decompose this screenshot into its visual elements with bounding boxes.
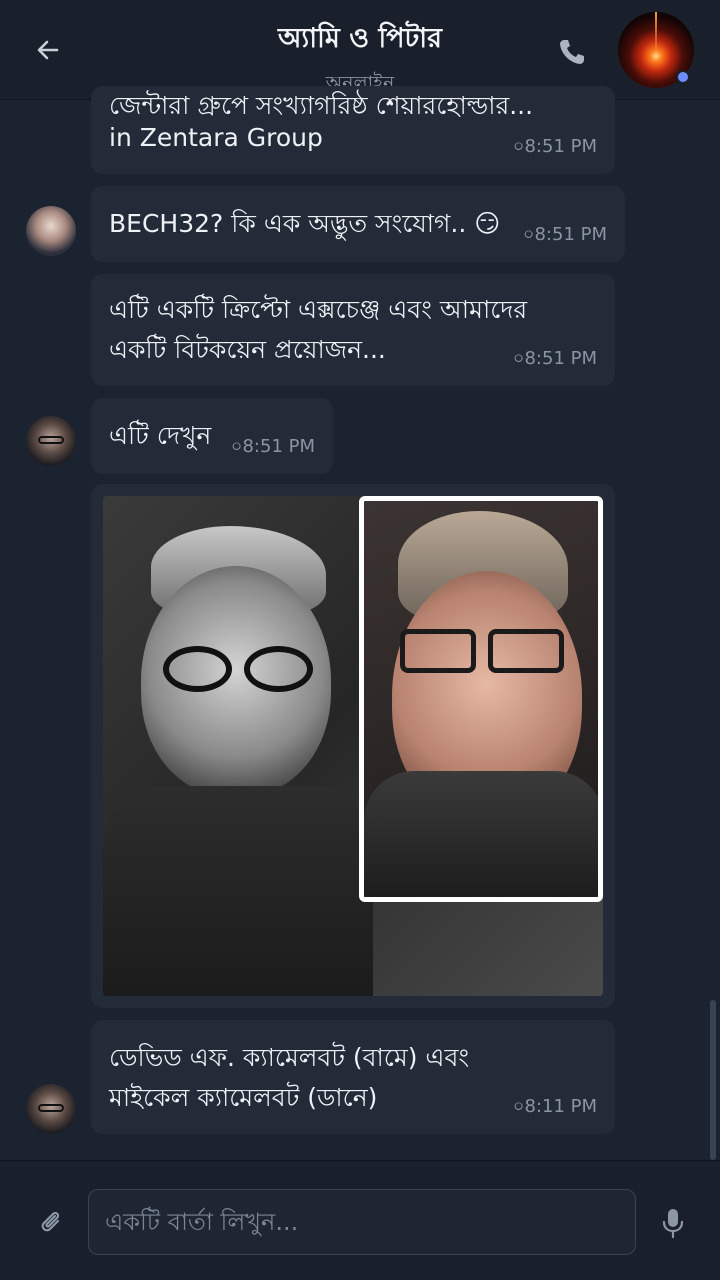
- photo-left-body: [103, 786, 373, 996]
- message-bubble[interactable]: জেন্টারা গ্রুপে সংখ্যাগরিষ্ঠ শেয়ারহোল্ড…: [91, 86, 615, 174]
- message-photo[interactable]: [103, 496, 603, 996]
- avatar-peter[interactable]: [26, 416, 76, 466]
- message-time: ০8:51 PM: [230, 436, 315, 457]
- online-indicator: [676, 70, 690, 84]
- message-bubble[interactable]: এটি দেখুন ০8:51 PM: [91, 398, 333, 474]
- photo-left-glasses: [163, 646, 313, 692]
- call-button[interactable]: [552, 32, 592, 72]
- message-text: এটি একটি ক্রিপ্টো এক্সচেঞ্জ এবং আমাদের: [109, 295, 528, 324]
- message-time: ০8:51 PM: [512, 136, 597, 157]
- chat-title: অ্যামি ও পিটার: [278, 23, 442, 54]
- message-bubble[interactable]: এটি একটি ক্রিপ্টো এক্সচেঞ্জ এবং আমাদের এ…: [91, 274, 615, 386]
- message-bubble[interactable]: ডেভিড এফ. ক্যামেলবট (বামে) এবং মাইকেল ক্…: [91, 1020, 615, 1134]
- chat-header: অ্যামি ও পিটার অনলাইন: [0, 0, 720, 100]
- photo-right-glasses: [400, 629, 564, 673]
- phone-icon: [560, 40, 584, 64]
- message-time: ০8:11 PM: [512, 1096, 597, 1117]
- message-text: একটি বিটকয়েন প্রয়োজন...: [109, 335, 386, 364]
- message-text: এটি দেখুন: [109, 421, 212, 450]
- avatar-light-beam: [655, 12, 657, 54]
- paperclip-icon: [41, 1211, 60, 1232]
- message-text: in Zentara Group: [109, 123, 323, 152]
- message-time: ০8:51 PM: [512, 348, 597, 369]
- glasses-detail: [38, 1104, 64, 1112]
- scrollbar[interactable]: [710, 1000, 716, 1160]
- message-time: ০8:51 PM: [522, 224, 607, 245]
- photo-right-body: [364, 771, 598, 897]
- microphone-icon: [662, 1209, 684, 1239]
- message-bubble[interactable]: BECH32? কি এক অদ্ভুত সংযোগ.. 😏 ০8:51 PM: [91, 186, 625, 262]
- photo-inset: [359, 496, 603, 902]
- message-text: ডেভিড এফ. ক্যামেলবট (বামে) এবং: [109, 1043, 470, 1072]
- message-text: মাইকেল ক্যামেলবট (ডানে): [109, 1083, 378, 1112]
- mic-button[interactable]: [656, 1203, 690, 1243]
- avatar-peter[interactable]: [26, 1084, 76, 1134]
- avatar-amy[interactable]: [26, 206, 76, 256]
- message-composer: [0, 1160, 720, 1280]
- message-input[interactable]: [88, 1189, 636, 1255]
- attach-button[interactable]: [34, 1205, 68, 1239]
- glasses-detail: [38, 436, 64, 444]
- message-text: BECH32? কি এক অদ্ভুত সংযোগ.. 😏: [109, 209, 501, 238]
